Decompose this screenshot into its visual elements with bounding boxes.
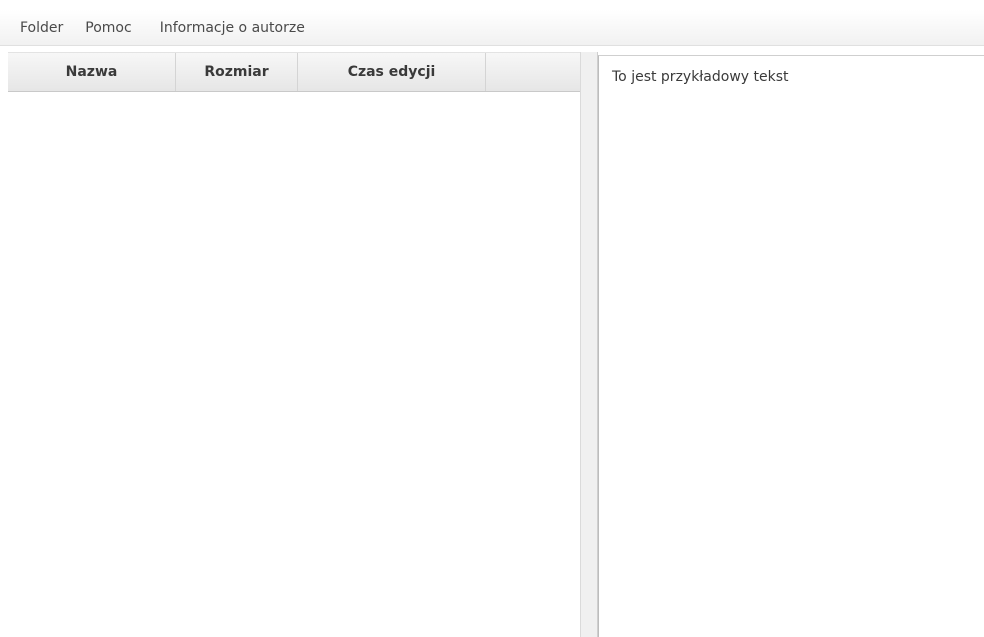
column-header-edit-time[interactable]: Czas edycji: [298, 53, 486, 91]
text-editor[interactable]: To jest przykładowy tekst: [598, 55, 984, 637]
column-header-filler: [486, 53, 580, 91]
menu-help[interactable]: Pomoc: [85, 20, 131, 36]
table-body[interactable]: [8, 92, 580, 637]
file-table: Nazwa Rozmiar Czas edycji: [8, 52, 580, 637]
menu-about-author[interactable]: Informacje o autorze: [160, 20, 305, 36]
menu-bar: Folder Pomoc Informacje o autorze: [0, 10, 984, 46]
menu-folder[interactable]: Folder: [20, 20, 63, 36]
column-header-name[interactable]: Nazwa: [8, 53, 176, 91]
editor-text[interactable]: To jest przykładowy tekst: [599, 56, 984, 85]
pane-splitter[interactable]: [580, 52, 598, 637]
app-window: Folder Pomoc Informacje o autorze Nazwa …: [0, 0, 984, 637]
table-header: Nazwa Rozmiar Czas edycji: [8, 52, 580, 92]
column-header-size[interactable]: Rozmiar: [176, 53, 298, 91]
